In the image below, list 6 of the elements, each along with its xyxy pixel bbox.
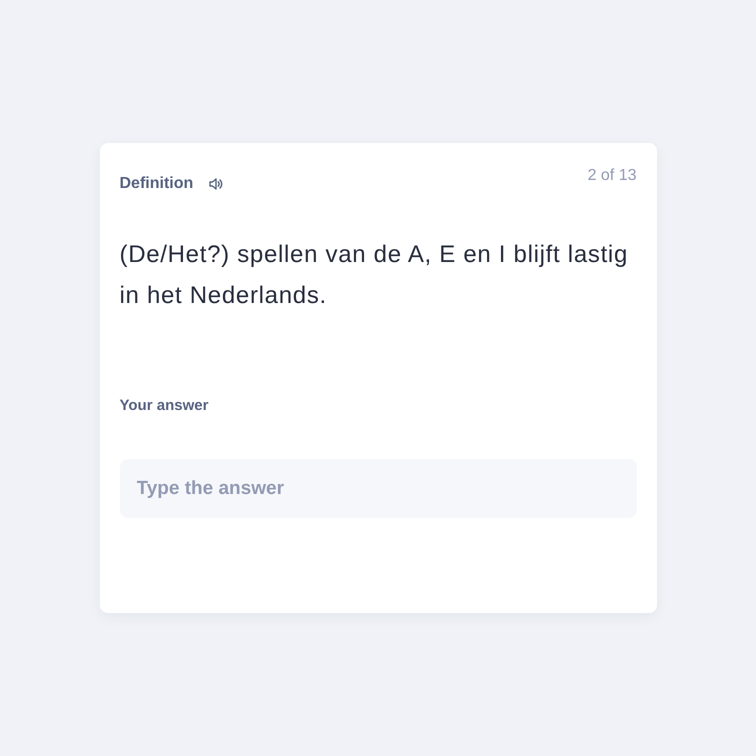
answer-label: Your answer [120,396,210,416]
definition-text: (De/Het?) spellen van de A, E en I blijft lastig in het Nederlands. [120,240,630,311]
answer-field[interactable]: Type the answer [120,459,636,518]
speaker-icon[interactable] [209,178,224,190]
term-label: Definition [120,174,194,194]
progress-counter: 2 of 13 [588,166,636,186]
